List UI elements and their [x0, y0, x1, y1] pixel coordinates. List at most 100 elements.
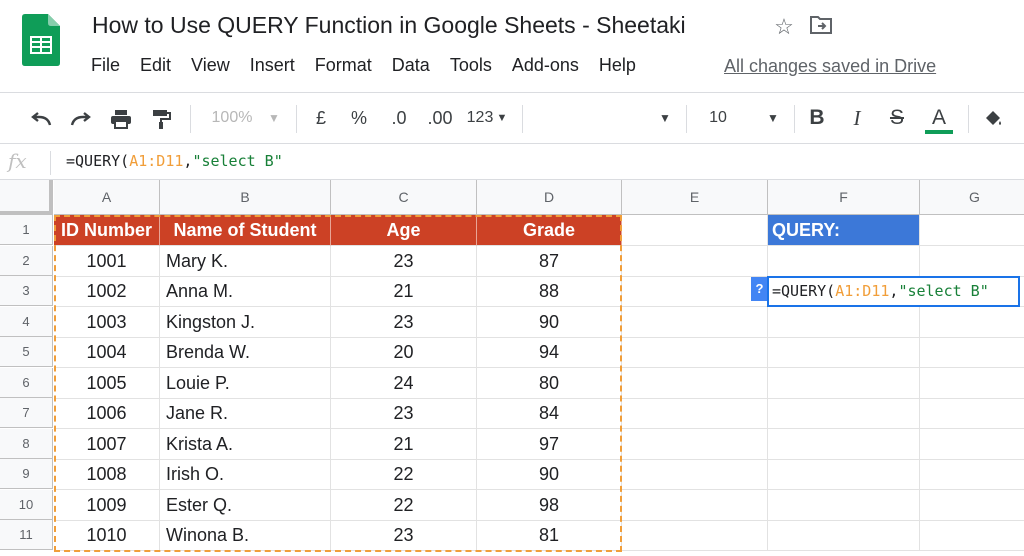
table-header-cell[interactable]: ID Number [54, 215, 160, 246]
row-header-7[interactable]: 7 [0, 398, 53, 428]
table-data-cell[interactable]: Anna M. [160, 276, 331, 307]
star-icon[interactable]: ☆ [771, 14, 797, 40]
table-data-cell[interactable]: 90 [477, 459, 622, 490]
grid-cell[interactable] [622, 520, 768, 551]
fill-color-button[interactable] [980, 93, 1008, 143]
select-all-corner[interactable] [0, 180, 53, 215]
grid-cell[interactable] [768, 306, 920, 338]
menu-file[interactable]: File [91, 55, 120, 76]
undo-button[interactable] [24, 93, 58, 143]
move-to-folder-icon[interactable] [808, 14, 834, 40]
menu-help[interactable]: Help [599, 55, 636, 76]
column-header-g[interactable]: G [920, 180, 1024, 215]
text-color-button[interactable]: A [924, 93, 954, 143]
grid-cell[interactable] [622, 245, 768, 277]
grid-cell[interactable] [622, 489, 768, 521]
menu-view[interactable]: View [191, 55, 230, 76]
grid-cell[interactable] [768, 459, 920, 490]
table-data-cell[interactable]: Jane R. [160, 398, 331, 429]
grid-cell[interactable] [622, 337, 768, 368]
table-data-cell[interactable]: Krista A. [160, 428, 331, 460]
grid-cell[interactable] [622, 276, 768, 307]
grid-cell[interactable] [622, 428, 768, 460]
table-data-cell[interactable]: 1003 [54, 306, 160, 338]
more-formats-button[interactable]: 123 [464, 93, 496, 143]
row-header-3[interactable]: 3 [0, 276, 53, 306]
row-header-6[interactable]: 6 [0, 367, 53, 398]
grid-cell[interactable] [920, 429, 1024, 460]
table-data-cell[interactable]: 23 [331, 306, 477, 338]
column-header-d[interactable]: D [477, 180, 622, 215]
grid-cell[interactable] [920, 368, 1024, 399]
zoom-select[interactable]: 100% [204, 93, 260, 143]
formula-help-badge[interactable]: ? [751, 277, 768, 301]
table-data-cell[interactable]: 24 [331, 367, 477, 399]
grid-cell[interactable] [768, 367, 920, 399]
table-data-cell[interactable]: 98 [477, 489, 622, 521]
menu-format[interactable]: Format [315, 55, 372, 76]
cell-editor-input[interactable]: =QUERY(A1:D11,"select B" [767, 276, 1020, 307]
table-data-cell[interactable]: Mary K. [160, 245, 331, 277]
grid-cell[interactable] [920, 337, 1024, 368]
row-header-5[interactable]: 5 [0, 337, 53, 367]
table-data-cell[interactable]: 1004 [54, 337, 160, 368]
grid-cell[interactable] [622, 367, 768, 399]
column-header-f[interactable]: F [768, 180, 920, 215]
grid-cell[interactable] [622, 215, 768, 246]
more-formats-chevron-down-icon[interactable]: ▼ [495, 93, 509, 143]
table-data-cell[interactable]: 81 [477, 520, 622, 551]
row-header-11[interactable]: 11 [0, 520, 53, 550]
grid-cell[interactable] [920, 459, 1024, 490]
row-header-1[interactable]: 1 [0, 215, 53, 245]
table-data-cell[interactable]: 90 [477, 306, 622, 338]
row-header-10[interactable]: 10 [0, 489, 53, 520]
bold-button[interactable]: B [804, 93, 830, 143]
grid-cell[interactable] [920, 490, 1024, 521]
print-button[interactable] [104, 93, 138, 143]
table-data-cell[interactable]: Winona B. [160, 520, 331, 551]
column-header-c[interactable]: C [331, 180, 477, 215]
format-currency-button[interactable]: £ [308, 93, 334, 143]
table-data-cell[interactable]: 80 [477, 367, 622, 399]
table-data-cell[interactable]: 1002 [54, 276, 160, 307]
grid-cell[interactable] [622, 459, 768, 490]
redo-button[interactable] [64, 93, 98, 143]
row-header-8[interactable]: 8 [0, 428, 53, 459]
table-data-cell[interactable]: Brenda W. [160, 337, 331, 368]
table-header-cell[interactable]: Name of Student [160, 215, 331, 246]
table-data-cell[interactable]: 1008 [54, 459, 160, 490]
document-title[interactable]: How to Use QUERY Function in Google Shee… [92, 12, 686, 39]
row-header-2[interactable]: 2 [0, 245, 53, 276]
table-data-cell[interactable]: 97 [477, 428, 622, 460]
table-data-cell[interactable]: 1009 [54, 489, 160, 521]
table-header-cell[interactable]: Grade [477, 215, 622, 246]
grid-cell[interactable] [768, 245, 920, 277]
table-data-cell[interactable]: 23 [331, 520, 477, 551]
font-family-chevron-down-icon[interactable]: ▼ [655, 93, 675, 143]
table-data-cell[interactable]: 1007 [54, 428, 160, 460]
font-size-select[interactable]: 10 [700, 93, 736, 143]
table-data-cell[interactable]: 22 [331, 459, 477, 490]
grid-cell[interactable] [920, 520, 1024, 551]
table-data-cell[interactable]: 20 [331, 337, 477, 368]
table-data-cell[interactable]: 22 [331, 489, 477, 521]
menu-tools[interactable]: Tools [450, 55, 492, 76]
column-header-e[interactable]: E [622, 180, 768, 215]
paint-format-button[interactable] [144, 93, 178, 143]
grid-cell[interactable] [768, 398, 920, 429]
google-sheets-logo-icon[interactable] [22, 14, 60, 66]
zoom-chevron-down-icon[interactable]: ▼ [264, 93, 284, 143]
strikethrough-button[interactable]: S [884, 93, 910, 143]
increase-decimal-button[interactable]: .00 [422, 93, 458, 143]
table-data-cell[interactable]: Kingston J. [160, 306, 331, 338]
row-header-9[interactable]: 9 [0, 459, 53, 489]
column-header-b[interactable]: B [160, 180, 331, 215]
formula-input[interactable]: =QUERY(A1:D11,"select B" [66, 152, 283, 170]
table-data-cell[interactable]: 94 [477, 337, 622, 368]
table-data-cell[interactable]: 1006 [54, 398, 160, 429]
menu-addons[interactable]: Add-ons [512, 55, 579, 76]
table-data-cell[interactable]: 21 [331, 276, 477, 307]
grid-cell[interactable] [768, 428, 920, 460]
query-label-cell[interactable]: QUERY: [768, 215, 920, 246]
grid-cell[interactable] [768, 337, 920, 368]
